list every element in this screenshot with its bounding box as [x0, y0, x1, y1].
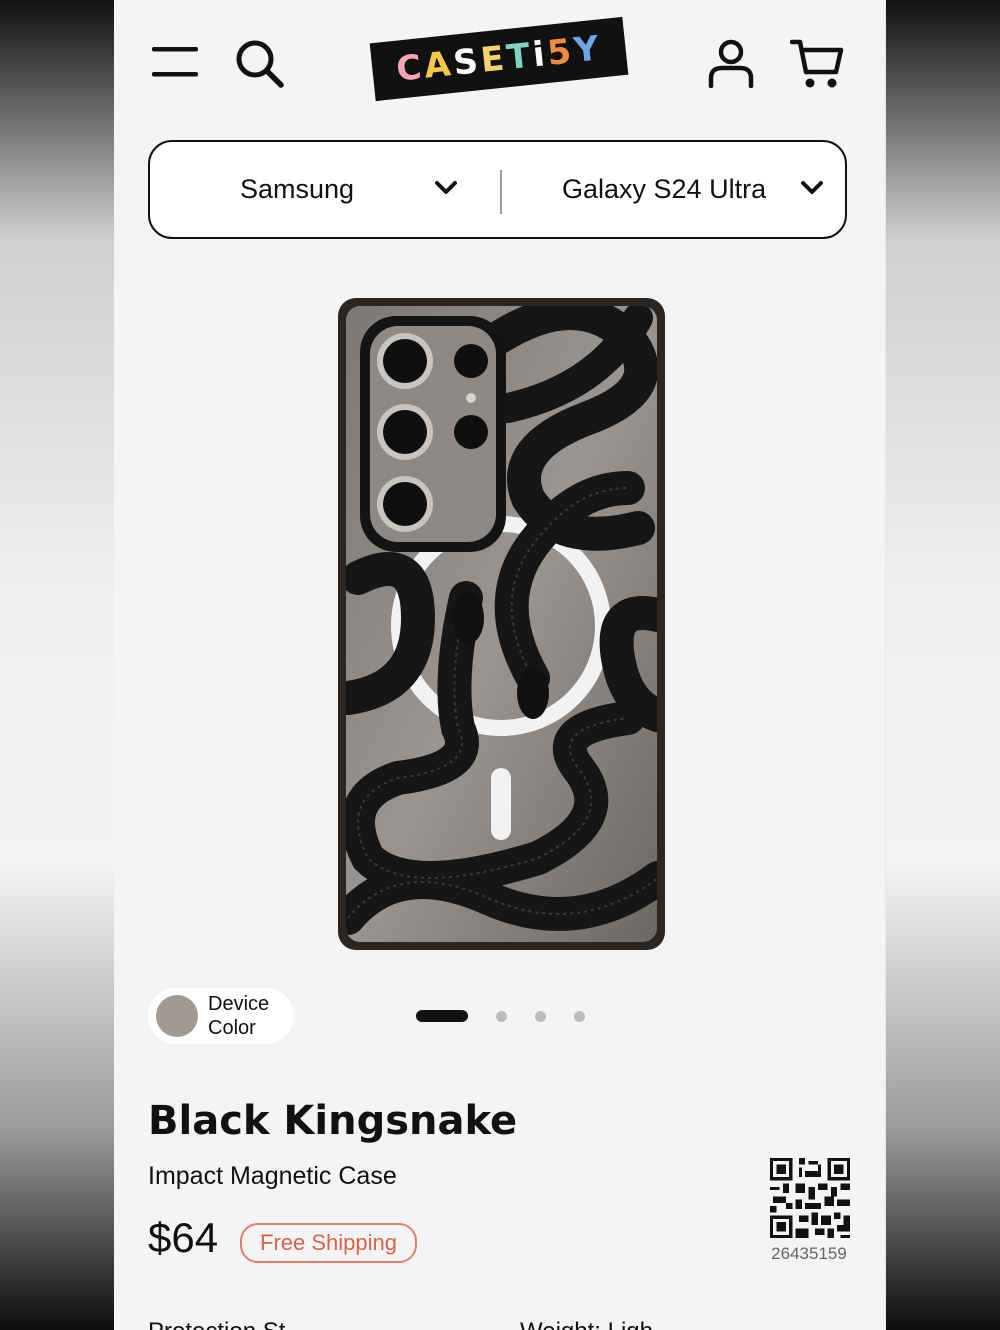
product-price: $64 — [148, 1214, 219, 1261]
product-title: Black Kingsnake — [148, 1098, 518, 1144]
brand-dropdown-value: Samsung — [240, 174, 355, 204]
qr-code-icon[interactable] — [770, 1158, 850, 1238]
user-icon[interactable] — [706, 38, 756, 89]
device-color-label-line2: Color — [208, 1017, 256, 1039]
product-code: 26435159 — [771, 1244, 847, 1263]
gallery-dot-4[interactable] — [574, 1010, 585, 1022]
product-subtitle: Impact Magnetic Case — [148, 1162, 397, 1190]
gallery-dot-1[interactable] — [416, 1010, 468, 1022]
device-selector: Samsung Galaxy S24 Ultra — [148, 140, 847, 239]
chevron-down-icon — [800, 180, 824, 200]
free-shipping-badge: Free Shipping — [240, 1223, 417, 1263]
brand-dropdown[interactable]: Samsung — [150, 142, 500, 237]
spec-weight-label: Weight: Ligh — [520, 1318, 653, 1330]
gallery-dot-3[interactable] — [535, 1010, 546, 1022]
left-backdrop — [0, 0, 114, 1330]
logo-letter: S — [451, 41, 483, 84]
logo-letter: Y — [571, 28, 604, 72]
search-icon[interactable] — [234, 38, 286, 90]
cart-icon[interactable] — [789, 38, 844, 90]
logo-letter: A — [422, 43, 456, 87]
logo-letter: E — [478, 38, 509, 81]
device-color-label: Device Color — [208, 992, 269, 1040]
device-color-button[interactable]: Device Color — [148, 988, 294, 1044]
hamburger-menu-icon[interactable] — [150, 44, 200, 80]
device-color-label-line1: Device — [208, 993, 270, 1015]
device-color-swatch — [156, 995, 198, 1037]
product-page: CASETi5Y Samsung Galaxy S24 Ultra Device… — [114, 0, 885, 1330]
spec-protection-label: Protection St — [148, 1318, 285, 1330]
product-image[interactable] — [338, 298, 665, 950]
model-dropdown[interactable]: Galaxy S24 Ultra — [502, 142, 845, 237]
right-backdrop — [886, 0, 1000, 1330]
chevron-down-icon — [434, 180, 458, 200]
gallery-dot-2[interactable] — [496, 1010, 507, 1022]
logo-letter: C — [394, 46, 427, 90]
casetify-logo[interactable]: CASETi5Y — [369, 16, 629, 102]
model-dropdown-value: Galaxy S24 Ultra — [562, 174, 767, 204]
gallery-pagination — [416, 1010, 585, 1022]
